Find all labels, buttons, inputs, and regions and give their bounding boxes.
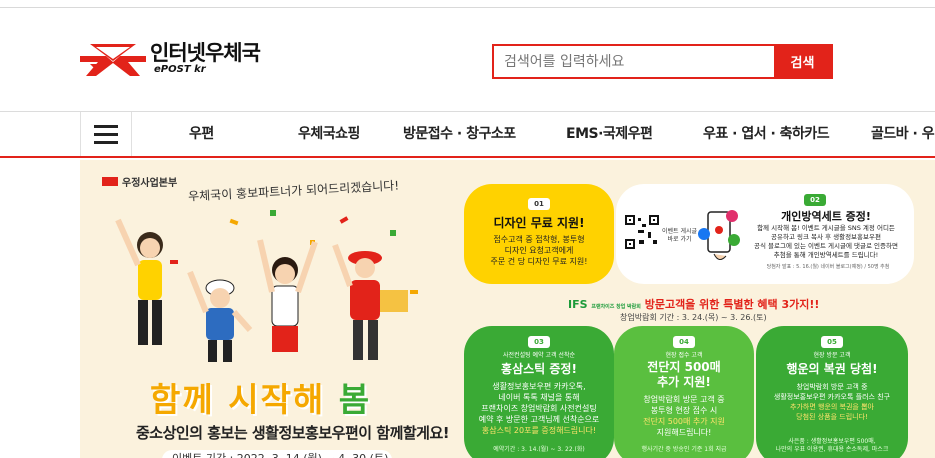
card-body: 함께 시작해 봄! 이벤트 게시글을 SNS 계정 어디든 공유하고 링크 복사… [754, 224, 898, 259]
benefit-card-lottery[interactable]: 05 현장 방문 고객 행운의 복권 당첨! 창업박람회 방문 고객 중 생활정… [756, 326, 908, 458]
card-number: 04 [673, 336, 695, 348]
card-title: 디자인 무료 지원! [493, 216, 585, 230]
card-body: 접수고객 중 접착형, 봉투형 디자인 요청고객에게 주문 건 당 디자인 무료… [490, 235, 588, 266]
card-foot: 예약기간 : 3. 14.(월) ~ 3. 22.(화) [493, 446, 585, 453]
logo-title: 인터넷우체국 [150, 41, 261, 65]
phone-sns-icon [698, 210, 740, 260]
search-bar: 검색 [492, 44, 833, 79]
card-number: 05 [821, 336, 843, 348]
card-number: 02 [804, 194, 826, 206]
card-title: 전단지 500매 추가 지원! [647, 360, 721, 389]
search-button[interactable]: 검색 [774, 46, 831, 77]
benefit-card-flyers[interactable]: 04 현장 접수 고객 전단지 500매 추가 지원! 창업박람회 방문 고객 … [614, 326, 754, 458]
menu-icon[interactable] [80, 112, 132, 156]
nav-item-parcel[interactable]: 방문접수 · 창구소포 [403, 112, 516, 156]
card-foot: 행사기간 중 방송인 기준 1회 지급 [641, 446, 727, 453]
nav-item-stamps[interactable]: 우표 · 엽서 · 축하카드 [703, 112, 830, 156]
character-2 [187, 270, 253, 362]
site-header: 인터넷우체국 ePOST kr 검색 [0, 8, 935, 112]
card-body: 창업박람회 방문 고객 중 생활정보홍보우편 카카오톡 플러스 친구 추가하면 … [773, 383, 891, 421]
card-title: 개인방역세트 증정! [781, 210, 871, 223]
nav-item-goldbar[interactable]: 골드바 · 우 [871, 112, 935, 156]
card-foot: 사은품 : 생활정보홍보우편 500매, 나만의 우표 이용권, 휴대용 손소독… [775, 438, 889, 453]
card-number: 01 [528, 198, 550, 210]
brand-mark-icon [102, 177, 118, 186]
nav-item-ems[interactable]: EMS·국제우편 [566, 112, 653, 156]
character-4 [332, 243, 408, 360]
qr-caption: 이벤트 게시글 바로 가기 [662, 228, 698, 243]
event-period: 이벤트 기간 : 2022. 3. 14.(월) ~ 4. 30.(토) [162, 450, 392, 458]
confetti-decoration [170, 210, 418, 294]
nav-item-shopping[interactable]: 우체국쇼핑 [298, 112, 360, 156]
card-number: 03 [528, 336, 550, 348]
card-body: 생활정보홍보우편 카카오톡, 네이버 톡톡 채널을 통해 프랜차이즈 창업박람회… [478, 382, 600, 435]
banner-brand: 우정사업본부 [102, 174, 177, 189]
ifs-period: 창업박람회 기간 : 3. 24.(목) ~ 3. 26.(토) [620, 313, 767, 322]
event-banner[interactable]: 우정사업본부 우체국이 홍보파트너가 되어드리겠습니다! 함께 시작해 봄 중소… [80, 160, 935, 458]
character-1 [115, 218, 163, 345]
card-title: 홍삼스틱 증정! [501, 362, 577, 376]
jumping-characters-illustration [115, 210, 418, 362]
benefit-card-redginseng[interactable]: 03 사전컨설팅 예약 고객 선착순 홍삼스틱 증정! 생활정보홍보우편 카카오… [464, 326, 614, 458]
search-input[interactable] [494, 46, 774, 77]
nav-item-mail[interactable]: 우편 [189, 112, 214, 156]
site-logo[interactable]: 인터넷우체국 ePOST kr [80, 41, 261, 76]
card-title: 행운의 복권 당첨! [786, 362, 878, 376]
benefit-card-design[interactable]: 01 디자인 무료 지원! 접수고객 중 접착형, 봉투형 디자인 요청고객에게… [464, 184, 614, 284]
logo-subtitle: ePOST kr [154, 64, 206, 75]
epost-logo-icon [80, 44, 146, 76]
ifs-headline: IFS 프랜차이즈 창업 박람회 방문고객을 위한 특별한 혜택 3가지!! [568, 298, 820, 311]
main-nav: 우편 우체국쇼핑 방문접수 · 창구소포 EMS·국제우편 우표 · 엽서 · … [0, 112, 935, 158]
card-body: 창업박람회 방문 고객 중 봉투형 현장 접수 시 전단지 500매 추가 지원… [643, 395, 725, 437]
character-3 [257, 239, 318, 352]
banner-subline: 중소상인의 홍보는 생활정보홍보우편이 함께할게요! [136, 424, 450, 442]
card-note: 당첨자 발표 : 5. 16.(월) 네이버 블로그(예정) / 50명 추첨 [766, 264, 890, 270]
banner-headline: 함께 시작해 봄 [150, 380, 372, 419]
top-border [0, 0, 935, 8]
qr-code-icon [624, 214, 660, 250]
benefit-card-sanitizer[interactable]: 이벤트 게시글 바로 가기 02 개인방역세트 증정! 함께 시작해 봄! 이벤트… [616, 184, 914, 284]
